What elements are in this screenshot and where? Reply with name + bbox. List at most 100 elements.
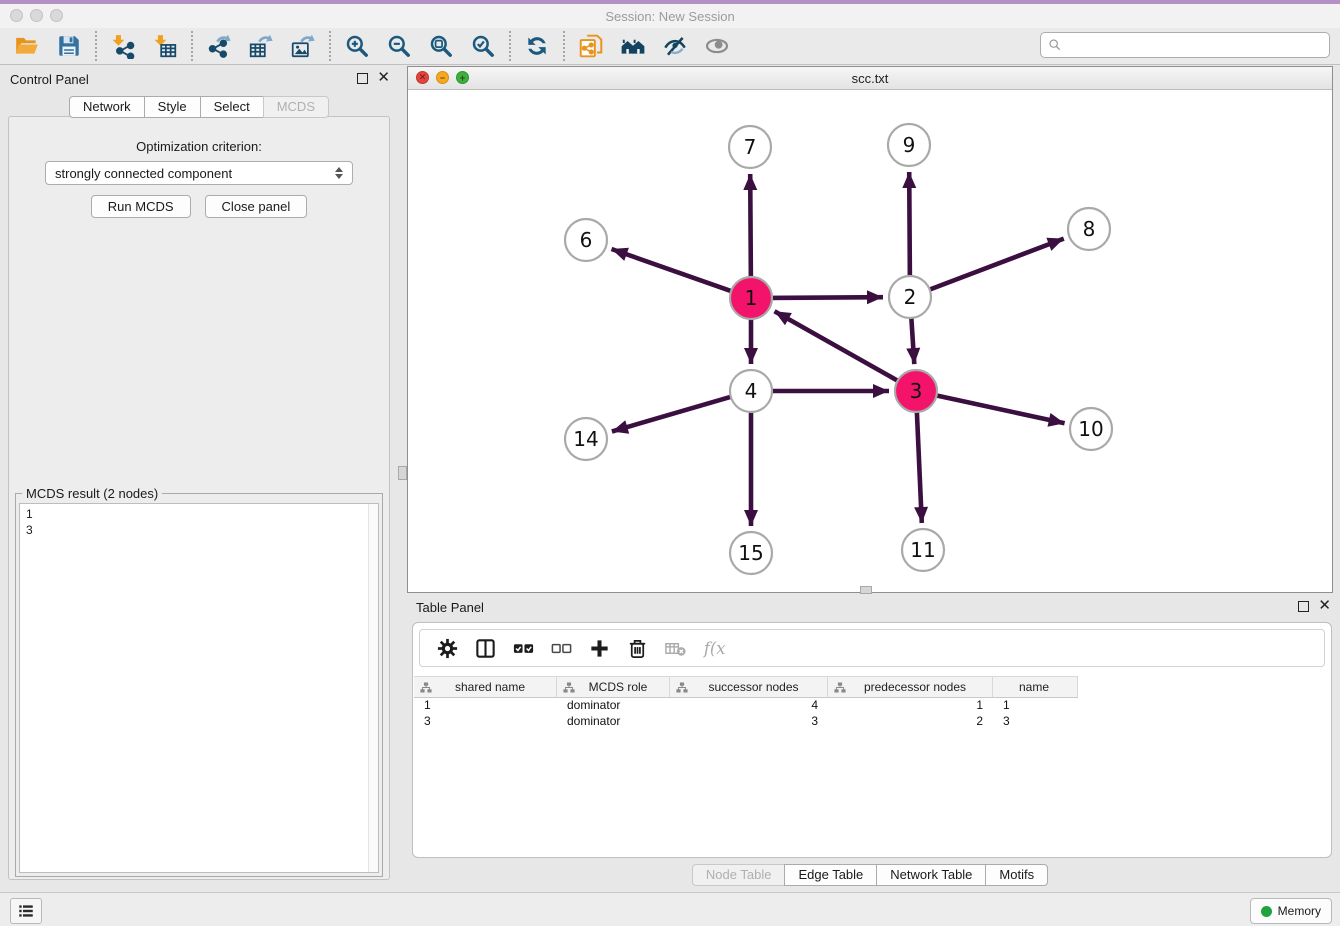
graph-node-4[interactable]: 4: [730, 370, 772, 412]
table-cell[interactable]: 1: [993, 697, 1078, 713]
settings-gear-button[interactable]: [432, 634, 462, 662]
graph-node-3[interactable]: 3: [895, 370, 937, 412]
table-cell[interactable]: dominator: [557, 697, 670, 713]
edge-3-1[interactable]: [775, 311, 902, 382]
mcds-result-title: MCDS result (2 nodes): [22, 486, 162, 501]
import-table-button[interactable]: [150, 31, 180, 61]
select-all-button[interactable]: [508, 634, 538, 662]
edge-1-2[interactable]: [768, 297, 883, 298]
column-header-name[interactable]: name: [993, 677, 1078, 697]
table-row[interactable]: 3dominator323: [414, 713, 1078, 729]
table-cell[interactable]: dominator: [557, 713, 670, 729]
toolbar-separator: [563, 31, 565, 61]
optimization-criterion-select[interactable]: strongly connected component: [45, 161, 353, 185]
open-file-button[interactable]: [12, 31, 42, 61]
edge-1-7[interactable]: [750, 174, 751, 281]
import-table-icon: [152, 33, 178, 59]
table-cell[interactable]: 4: [670, 697, 828, 713]
column-header-label: MCDS role: [575, 680, 669, 694]
deselect-all-button[interactable]: [546, 634, 576, 662]
import-network-button[interactable]: [108, 31, 138, 61]
control-tab-network[interactable]: Network: [69, 96, 145, 118]
edge-2-3[interactable]: [911, 314, 914, 364]
hide-graphics-button[interactable]: [660, 31, 690, 61]
search-input[interactable]: [1063, 36, 1329, 54]
search-field[interactable]: [1040, 32, 1330, 58]
deselect-all-icon: [550, 637, 573, 660]
graph-node-11[interactable]: 11: [902, 529, 944, 571]
graph-node-7[interactable]: 7: [729, 126, 771, 168]
run-mcds-button[interactable]: Run MCDS: [91, 195, 191, 218]
table-cell[interactable]: 3: [993, 713, 1078, 729]
graph-node-14[interactable]: 14: [565, 418, 607, 460]
column-header-MCDS-role[interactable]: MCDS role: [557, 677, 670, 697]
column-header-successor-nodes[interactable]: successor nodes: [670, 677, 828, 697]
select-stepper-icon: [332, 167, 346, 179]
export-image-button[interactable]: [288, 31, 318, 61]
graph-node-1[interactable]: 1: [730, 277, 772, 319]
graph-node-2[interactable]: 2: [889, 276, 931, 318]
split-columns-button[interactable]: [470, 634, 500, 662]
tab-edge-table[interactable]: Edge Table: [784, 864, 877, 886]
table-rows: 1dominator4113dominator323: [414, 697, 1078, 729]
task-list-icon: [17, 902, 35, 920]
edge-3-11[interactable]: [917, 408, 922, 523]
graph-node-10[interactable]: 10: [1070, 408, 1112, 450]
refresh-layout-button[interactable]: [522, 31, 552, 61]
control-tab-select[interactable]: Select: [200, 96, 264, 118]
close-panel-icon[interactable]: ✕: [377, 72, 390, 84]
delete-column-button[interactable]: [622, 634, 652, 662]
save-session-button[interactable]: [54, 31, 84, 61]
tab-node-table[interactable]: Node Table: [692, 864, 786, 886]
graph-node-9[interactable]: 9: [888, 124, 930, 166]
zoom-fit-button[interactable]: [426, 31, 456, 61]
result-scrollbar[interactable]: [368, 504, 378, 872]
float-table-panel-icon[interactable]: [1298, 601, 1309, 612]
edge-1-6[interactable]: [612, 249, 736, 292]
table-cell[interactable]: 2: [828, 713, 993, 729]
network-graph-canvas[interactable]: 7 9 6 8 1 2 4 3 14 10 15 11: [408, 89, 1332, 592]
copy-network-button[interactable]: [576, 31, 606, 61]
table-cell[interactable]: 3: [414, 713, 557, 729]
close-table-panel-icon[interactable]: ✕: [1318, 600, 1331, 612]
graph-node-6[interactable]: 6: [565, 219, 607, 261]
table-cell[interactable]: 3: [670, 713, 828, 729]
node-label-6: 6: [580, 228, 593, 252]
zoom-selected-button[interactable]: [468, 31, 498, 61]
mcds-result-group: MCDS result (2 nodes) 1 3: [15, 493, 383, 877]
graph-node-8[interactable]: 8: [1068, 208, 1110, 250]
graph-node-15[interactable]: 15: [730, 532, 772, 574]
table-cell[interactable]: 1: [828, 697, 993, 713]
export-network-button[interactable]: [204, 31, 234, 61]
column-header-shared-name[interactable]: shared name: [414, 677, 557, 697]
tab-motifs[interactable]: Motifs: [985, 864, 1048, 886]
horizontal-splitter-handle[interactable]: [860, 586, 872, 594]
mcds-result-list[interactable]: 1 3: [19, 503, 379, 873]
zoom-out-button[interactable]: [384, 31, 414, 61]
export-table-button[interactable]: [246, 31, 276, 61]
float-panel-icon[interactable]: [357, 73, 368, 84]
control-tab-style[interactable]: Style: [144, 96, 201, 118]
show-graphics-button[interactable]: [702, 31, 732, 61]
open-file-icon: [14, 33, 40, 59]
edge-4-14[interactable]: [612, 396, 735, 432]
column-header-predecessor-nodes[interactable]: predecessor nodes: [828, 677, 993, 697]
home-view-button[interactable]: [618, 31, 648, 61]
tab-network-table[interactable]: Network Table: [876, 864, 986, 886]
table-cell[interactable]: 1: [414, 697, 557, 713]
memory-button[interactable]: Memory: [1250, 898, 1332, 924]
add-column-button[interactable]: [584, 634, 614, 662]
task-history-button[interactable]: [10, 898, 42, 924]
edge-3-10[interactable]: [933, 395, 1065, 424]
mcds-tab-content: Optimization criterion: strongly connect…: [8, 116, 390, 880]
titlebar-accent: [0, 0, 1340, 4]
table-row[interactable]: 1dominator411: [414, 697, 1078, 713]
delete-table-button: [660, 634, 690, 662]
close-panel-button[interactable]: Close panel: [205, 195, 308, 218]
edge-2-8[interactable]: [926, 239, 1064, 291]
edge-2-9[interactable]: [909, 172, 910, 280]
zoom-in-button[interactable]: [342, 31, 372, 61]
svg-text:f(x): f(x): [702, 639, 724, 658]
control-tab-mcds[interactable]: MCDS: [263, 96, 329, 118]
vertical-splitter-handle[interactable]: [398, 466, 407, 480]
